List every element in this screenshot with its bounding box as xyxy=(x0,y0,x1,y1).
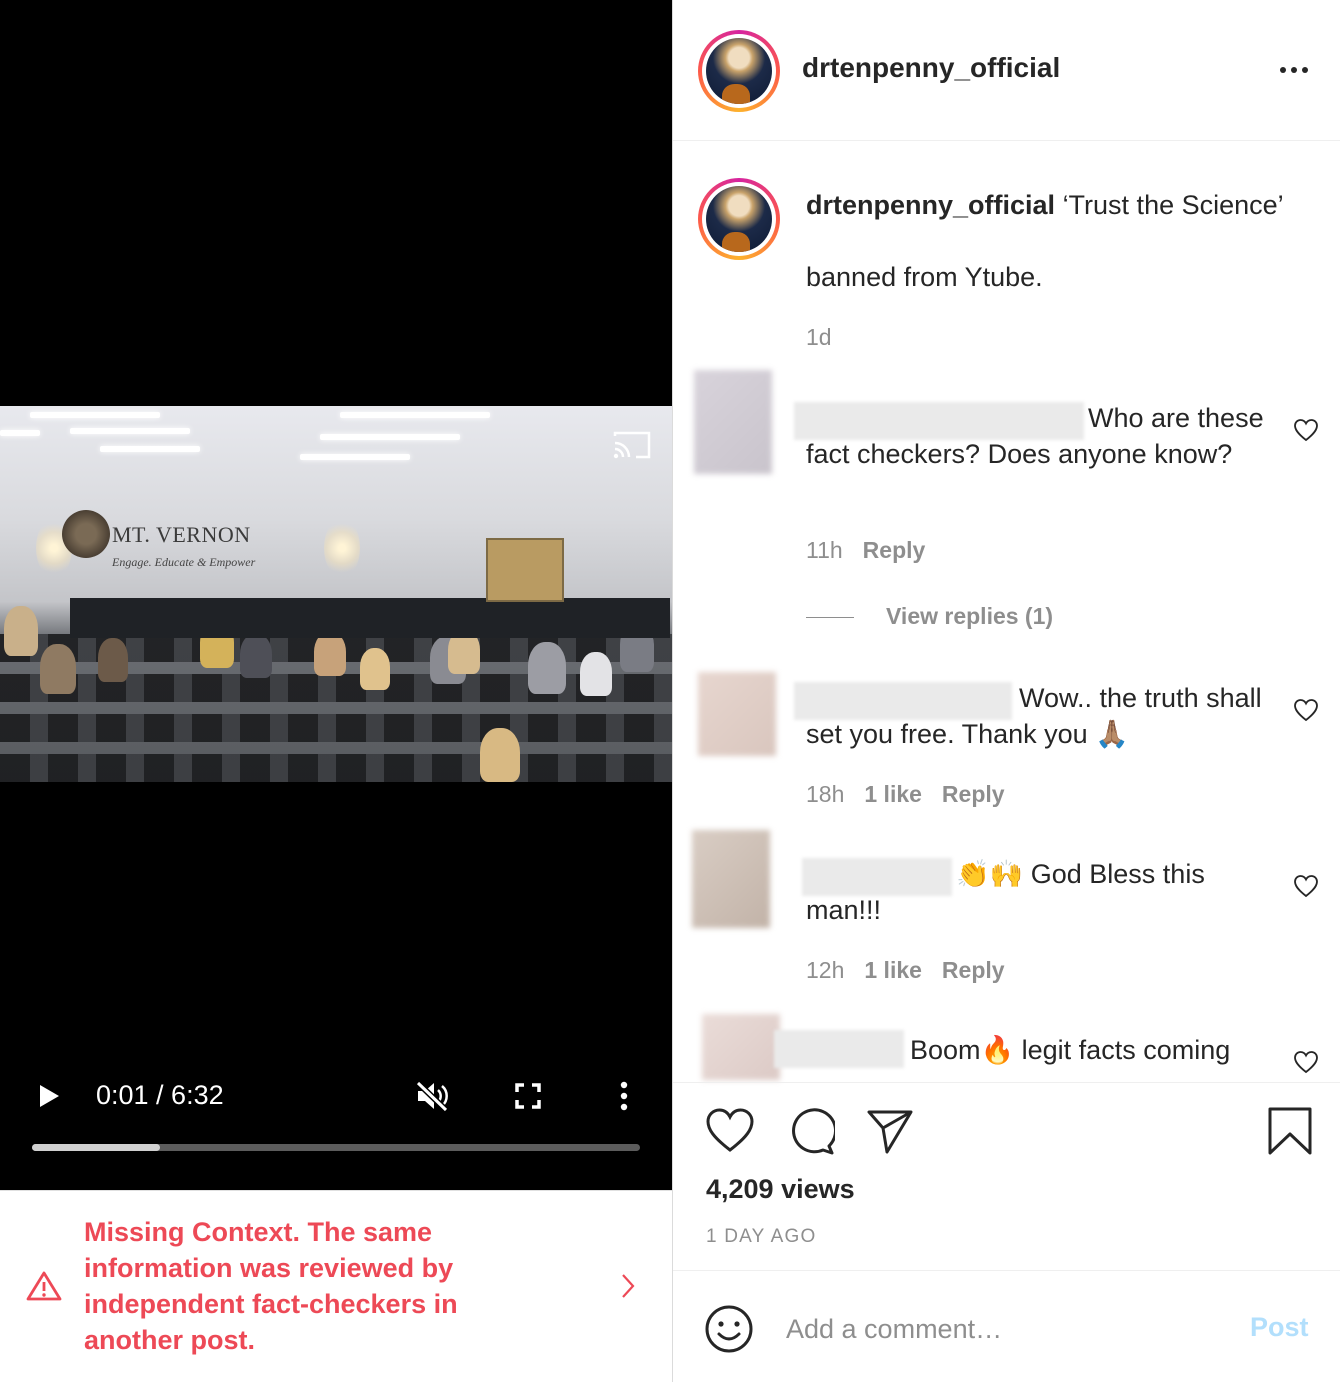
comment-username-redacted[interactable] xyxy=(774,1030,904,1068)
warning-icon xyxy=(26,1271,62,1301)
reply-button[interactable]: Reply xyxy=(942,957,1005,983)
comment-avatar[interactable] xyxy=(692,830,770,928)
ceiling-light xyxy=(340,412,490,418)
header-username[interactable]: drtenpenny_official xyxy=(802,52,1060,84)
decor-tree xyxy=(324,518,360,578)
views-count[interactable]: 4,209 views xyxy=(706,1174,855,1205)
video-progress-bar[interactable] xyxy=(32,1144,640,1151)
audience-member xyxy=(528,642,566,694)
ceiling-light xyxy=(320,434,460,440)
doorway xyxy=(486,538,564,602)
caption-avatar[interactable] xyxy=(698,178,780,260)
more-vertical-icon[interactable] xyxy=(614,1080,634,1112)
bookmark-icon[interactable] xyxy=(1265,1106,1315,1156)
view-replies-button[interactable]: View replies (1) xyxy=(886,603,1053,630)
comment-likes[interactable]: 1 like xyxy=(864,781,922,807)
divider xyxy=(673,1082,1340,1083)
audience-member xyxy=(360,648,390,690)
board-dais xyxy=(70,598,670,638)
comment-time[interactable]: 18h xyxy=(806,781,844,807)
avatar-photo xyxy=(706,186,772,252)
comment-text: Who are these fact checkers? Does anyone… xyxy=(806,403,1264,469)
audience-member xyxy=(40,644,76,694)
comment-time[interactable]: 11h xyxy=(806,537,843,563)
cast-icon[interactable] xyxy=(612,430,652,460)
comment-text: Boom🔥 legit facts coming xyxy=(910,1035,1231,1065)
heart-icon[interactable] xyxy=(705,1106,755,1156)
comment-time[interactable]: 12h xyxy=(806,957,844,983)
share-icon[interactable] xyxy=(865,1106,915,1156)
wall-title: MT. VERNON xyxy=(112,522,251,547)
ceiling-light xyxy=(30,412,160,418)
audience-member xyxy=(4,606,38,656)
video-frame[interactable] xyxy=(0,406,672,782)
view-replies-line xyxy=(806,617,854,618)
comment-text: 👏🙌 God Bless this man!!! xyxy=(806,859,1205,925)
audience-member xyxy=(98,638,128,682)
reply-button[interactable]: Reply xyxy=(942,781,1005,807)
comment-avatar[interactable] xyxy=(694,370,772,474)
comment-text: Wow.. the truth shall set you free. Than… xyxy=(806,683,1262,749)
reply-button[interactable]: Reply xyxy=(863,537,926,563)
school-logo xyxy=(62,510,110,558)
caption-username[interactable]: drtenpenny_official xyxy=(806,190,1055,220)
comment-input[interactable] xyxy=(786,1308,1216,1350)
chair-row xyxy=(0,754,672,782)
comment-meta: 11h Reply xyxy=(806,537,945,564)
comment-meta: 12h 1 like Reply xyxy=(806,957,1025,984)
comment-meta: 18h 1 like Reply xyxy=(806,781,1025,808)
comment-avatar[interactable] xyxy=(702,1014,780,1080)
caption-text: ‘Trust the Science’ xyxy=(1062,190,1284,220)
post-age[interactable]: 1 DAY AGO xyxy=(706,1226,816,1248)
emoji-icon[interactable] xyxy=(704,1304,754,1354)
ceiling-light xyxy=(70,428,190,434)
audience-member xyxy=(480,728,520,782)
more-horizontal-icon[interactable] xyxy=(1278,60,1310,80)
fact-check-message[interactable]: Missing Context. The same information wa… xyxy=(84,1214,524,1358)
audience-member xyxy=(240,634,272,678)
caption: drtenpenny_official ‘Trust the Science’ xyxy=(806,190,1284,221)
caption-timestamp[interactable]: 1d xyxy=(806,324,832,351)
avatar[interactable] xyxy=(698,30,780,112)
fullscreen-icon[interactable] xyxy=(514,1082,542,1110)
audience-member xyxy=(580,652,612,696)
caption-text-line2: banned from Ytube. xyxy=(806,262,1043,292)
divider xyxy=(673,140,1340,141)
like-comment-heart-icon[interactable] xyxy=(1293,698,1319,722)
post-comment-button[interactable]: Post xyxy=(1250,1312,1309,1343)
ceiling-light xyxy=(0,430,40,436)
mute-icon[interactable] xyxy=(414,1080,450,1112)
play-icon[interactable] xyxy=(36,1082,62,1110)
audience-member xyxy=(314,632,346,676)
ceiling-light xyxy=(100,446,200,452)
comment-likes[interactable]: 1 like xyxy=(864,957,922,983)
comment-icon[interactable] xyxy=(785,1106,835,1156)
video-time: 0:01 / 6:32 xyxy=(96,1080,224,1110)
like-comment-heart-icon[interactable] xyxy=(1293,874,1319,898)
ceiling-light xyxy=(300,454,410,460)
like-comment-heart-icon[interactable] xyxy=(1293,1050,1319,1074)
chair-row xyxy=(0,714,672,742)
wall-tagline: Engage. Educate & Empower xyxy=(112,555,256,569)
like-comment-heart-icon[interactable] xyxy=(1293,418,1319,442)
video-progress-fill xyxy=(32,1144,160,1151)
chevron-right-icon[interactable] xyxy=(618,1272,638,1300)
avatar-photo xyxy=(706,38,772,104)
divider xyxy=(673,1270,1340,1271)
comment-avatar[interactable] xyxy=(698,672,776,756)
